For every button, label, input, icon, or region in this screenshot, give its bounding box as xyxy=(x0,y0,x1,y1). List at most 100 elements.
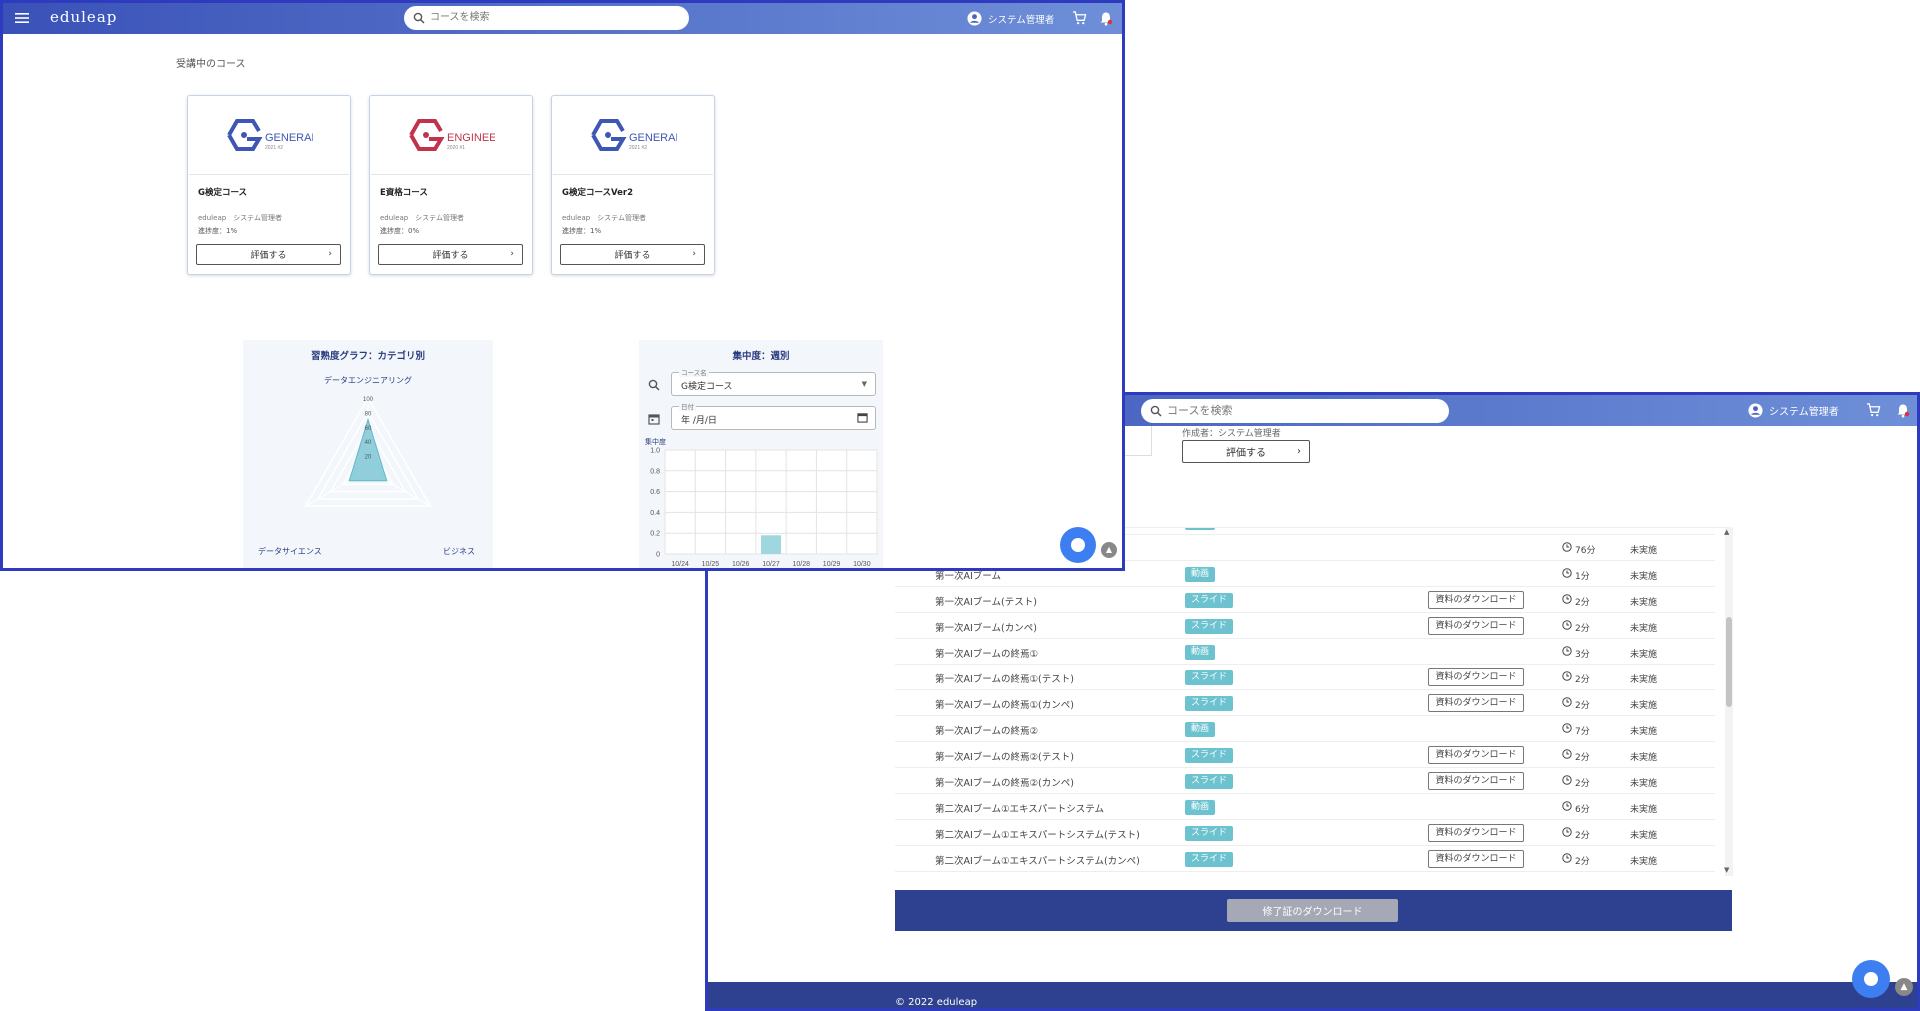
lesson-duration: 2分 xyxy=(1575,701,1590,712)
clock-icon xyxy=(1562,852,1572,863)
y-tick-label: 0.2 xyxy=(650,531,660,538)
lesson-row[interactable]: 動画 xyxy=(895,873,1715,876)
notification-bell-icon[interactable] xyxy=(1099,11,1113,26)
lesson-duration: 6分 xyxy=(1575,804,1590,815)
radar-tick-label: 20 xyxy=(365,455,372,461)
lesson-title[interactable]: 第二次AIブーム①エキスパートシステム(カンペ) xyxy=(935,853,1140,867)
lesson-row[interactable]: 第一次AIブームの終焉② 動画 7分 未実施 xyxy=(895,717,1715,743)
chat-button[interactable] xyxy=(1852,960,1890,998)
lesson-row[interactable]: 第一次AIブーム(カンペ) スライド 資料のダウンロード 2分 未実施 xyxy=(895,614,1715,639)
course-card[interactable]: GENERAL 2021 #2 G検定コース eduleap システム管理者 進捗度：1… xyxy=(187,95,351,275)
course-thumbnail[interactable]: ENGINEER2020 #1 xyxy=(371,97,531,175)
course-thumbnail[interactable]: GENERAL 2021 #2 xyxy=(553,97,713,175)
app-logo[interactable]: eduleap xyxy=(50,8,117,26)
lesson-title[interactable]: 第二次AIブーム①エキスパートシステム xyxy=(935,801,1104,815)
lesson-type-badge: スライド xyxy=(1185,592,1234,608)
certificate-download-button[interactable]: 修了証のダウンロード xyxy=(1227,899,1398,922)
user-menu[interactable]: システム管理者 xyxy=(1748,395,1839,426)
lesson-status: 未実施 xyxy=(1630,779,1658,789)
chevron-right-icon: › xyxy=(692,249,696,259)
scroll-top-button[interactable]: ▲ xyxy=(1101,542,1117,558)
search-input[interactable]: コースを検索 xyxy=(404,6,689,30)
material-download-button[interactable]: 資料のダウンロード xyxy=(1428,746,1524,765)
lesson-duration: 2分 xyxy=(1575,830,1590,841)
lesson-title[interactable]: 第一次AIブームの終焉①(カンペ) xyxy=(935,697,1074,711)
course-badge-text: GENERAL xyxy=(629,132,677,144)
lesson-title[interactable]: 第一次AIブームの終焉②(テスト) xyxy=(935,749,1074,763)
material-download-button[interactable]: 資料のダウンロード xyxy=(1428,668,1524,687)
lesson-row[interactable]: 第一次AIブームの終焉① 動画 3分 未実施 xyxy=(895,640,1715,665)
search-input[interactable]: コースを検索 xyxy=(1141,399,1449,423)
lesson-title[interactable]: 第一次AIブームの終焉②(カンペ) xyxy=(935,775,1074,789)
user-name: システム管理者 xyxy=(1769,407,1839,418)
material-download-button[interactable]: 資料のダウンロード xyxy=(1428,694,1524,713)
scroll-top-button[interactable]: ▲ xyxy=(1895,978,1913,996)
top-app-bar: eduleap コースを検索 システム管理者 xyxy=(3,3,1122,34)
cart-icon[interactable] xyxy=(1866,403,1881,417)
evaluate-button[interactable]: 評価する › xyxy=(378,244,523,265)
lesson-type-badge: 動画 xyxy=(1185,722,1216,738)
lesson-title[interactable]: 第一次AIブームの終焉① xyxy=(935,646,1038,660)
lesson-type-badge: 動画 xyxy=(1185,799,1216,815)
course-thumbnail[interactable]: GENERAL 2021 #2 xyxy=(189,97,349,175)
lesson-title[interactable]: 第二次AIブーム①エキスパートシステム(テスト) xyxy=(935,827,1140,841)
evaluate-button[interactable]: 評価する › xyxy=(196,244,341,265)
lesson-title[interactable]: 第一次AIブーム(テスト) xyxy=(935,594,1037,608)
certificate-bar: 修了証のダウンロード xyxy=(895,890,1732,931)
y-axis-label: 集中度 xyxy=(645,437,666,446)
lesson-row[interactable]: 第一次AIブームの終焉①(カンペ) スライド 資料のダウンロード 2分 未実施 xyxy=(895,691,1715,717)
clock-icon xyxy=(1562,671,1572,682)
account-icon xyxy=(967,11,982,26)
material-download-button[interactable]: 資料のダウンロード xyxy=(1428,616,1524,635)
material-download-button[interactable]: 資料のダウンロード xyxy=(1428,772,1524,790)
cart-icon[interactable] xyxy=(1072,11,1087,25)
x-tick-label: 10/26 xyxy=(732,561,750,568)
section-title: 受講中のコース xyxy=(176,59,246,70)
lesson-duration: 2分 xyxy=(1575,753,1590,764)
lesson-status: 未実施 xyxy=(1630,675,1658,686)
lesson-row[interactable]: 第一次AIブーム(テスト) スライド 資料のダウンロード 2分 未実施 xyxy=(895,588,1715,613)
lesson-list[interactable]: 動画1分未実施76分未実施第一次AIブーム動画1分未実施第一次AIブーム(テスト… xyxy=(895,527,1732,876)
lesson-type-badge: スライド xyxy=(1185,748,1234,764)
evaluate-button[interactable]: 評価する › xyxy=(1182,440,1310,463)
lesson-row[interactable]: 第二次AIブーム①エキスパートシステム(カンペ) スライド 資料のダウンロード 2分 未… xyxy=(895,847,1715,872)
lesson-duration: 2分 xyxy=(1575,597,1590,608)
lesson-status: 未実施 xyxy=(1630,701,1658,712)
lesson-title[interactable]: 第一次AIブームの終焉①(テスト) xyxy=(935,671,1074,685)
course-progress: 進捗度：1% xyxy=(562,227,602,235)
course-title[interactable]: E資格コース xyxy=(380,186,428,198)
course-card[interactable]: ENGINEER2020 #1 E資格コース eduleap システム管理者進捗度：… xyxy=(369,95,533,275)
scroll-down-icon[interactable]: ▼ xyxy=(1724,866,1729,874)
scrollbar-thumb[interactable] xyxy=(1726,617,1732,707)
material-download-button[interactable]: 資料のダウンロード xyxy=(1428,849,1524,868)
lesson-row[interactable]: 第二次AIブーム①エキスパートシステム 動画 6分 未実施 xyxy=(895,795,1715,820)
chat-icon xyxy=(1071,538,1085,552)
course-meta: eduleap システム管理者 xyxy=(380,214,464,222)
course-card[interactable]: GENERAL 2021 #2 G検定コースVer2 eduleap システム管理者進… xyxy=(551,95,715,275)
lesson-duration: 2分 xyxy=(1575,675,1590,686)
chevron-right-icon: › xyxy=(510,249,514,259)
lesson-row[interactable]: 第一次AIブームの終焉②(カンペ) スライド 資料のダウンロード 2分 未実施 xyxy=(895,769,1715,794)
lesson-type-badge: スライド xyxy=(1185,825,1234,841)
course-title[interactable]: G検定コース xyxy=(198,186,247,198)
lesson-title[interactable]: 第一次AIブームの終焉② xyxy=(935,723,1038,737)
evaluate-button-label: 評価する xyxy=(432,251,469,261)
material-download-button[interactable]: 資料のダウンロード xyxy=(1428,590,1524,609)
scroll-up-icon[interactable]: ▲ xyxy=(1724,528,1729,536)
material-download-button[interactable]: 資料のダウンロード xyxy=(1428,823,1524,842)
chat-button[interactable] xyxy=(1060,527,1096,563)
lesson-row[interactable]: 第二次AIブーム①エキスパートシステム(テスト) スライド 資料のダウンロード 2分 未… xyxy=(895,821,1715,846)
lesson-status: 未実施 xyxy=(1630,545,1658,556)
evaluate-button[interactable]: 評価する › xyxy=(560,244,705,265)
lesson-row[interactable]: 第一次AIブームの終焉①(テスト) スライド 資料のダウンロード 2分 未実施 xyxy=(895,665,1715,691)
y-tick-label: 0.6 xyxy=(650,489,660,496)
user-menu[interactable]: システム管理者 xyxy=(967,3,1054,34)
lesson-title[interactable]: 第一次AIブーム(カンペ) xyxy=(935,620,1037,634)
hamburger-menu-icon[interactable] xyxy=(15,12,29,24)
course-meta: eduleap システム管理者 xyxy=(562,214,646,222)
lesson-row[interactable]: 第一次AIブームの終焉②(テスト) スライド 資料のダウンロード 2分 未実施 xyxy=(895,743,1715,769)
notification-bell-icon[interactable] xyxy=(1896,403,1910,418)
radar-tick-label: 80 xyxy=(365,411,372,417)
course-title[interactable]: G検定コースVer2 xyxy=(562,186,633,198)
x-tick-label: 10/28 xyxy=(793,561,811,568)
